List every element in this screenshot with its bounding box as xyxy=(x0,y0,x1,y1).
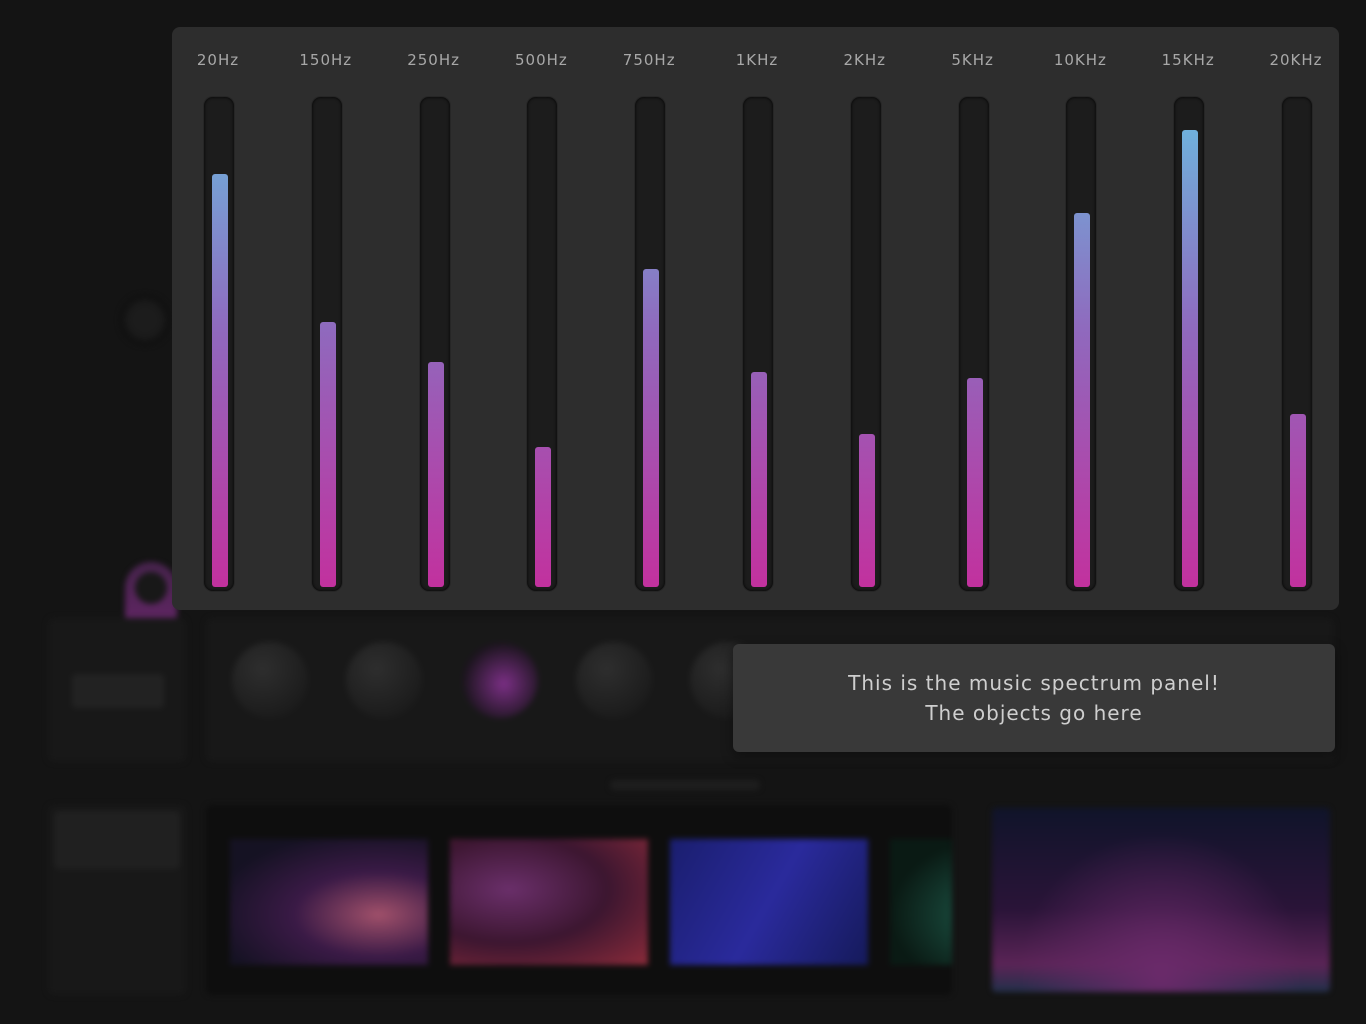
band-track xyxy=(958,97,989,591)
preset-display xyxy=(72,674,164,708)
band-label: 10KHz xyxy=(1053,51,1107,69)
band-label: 750Hz xyxy=(622,51,676,69)
band-level-bar xyxy=(1290,414,1306,587)
gallery-tab-active[interactable] xyxy=(54,811,180,869)
effect-knob[interactable] xyxy=(232,642,308,718)
band-750hz: 750Hz xyxy=(609,27,689,610)
band-level-bar xyxy=(212,174,228,587)
band-track xyxy=(204,97,234,591)
band-20hz: 20Hz xyxy=(178,27,258,610)
scroll-hint xyxy=(610,780,760,790)
band-15khz: 15KHz xyxy=(1148,27,1228,610)
tooltip-line-2: The objects go here xyxy=(925,701,1143,725)
effect-knob[interactable] xyxy=(576,642,652,718)
band-track xyxy=(635,97,666,591)
band-label: 250Hz xyxy=(407,51,460,69)
background-preview xyxy=(992,808,1330,992)
band-5khz: 5KHz xyxy=(933,27,1013,610)
tutorial-tooltip: This is the music spectrum panel! The ob… xyxy=(733,644,1335,752)
band-track xyxy=(850,97,881,591)
band-level-bar xyxy=(751,372,767,587)
band-label: 2KHz xyxy=(843,51,887,69)
band-track xyxy=(1174,97,1205,591)
gallery-tabs xyxy=(48,805,186,995)
band-label: 15KHz xyxy=(1161,51,1215,69)
band-track xyxy=(1066,97,1097,591)
band-level-bar xyxy=(643,269,660,587)
tooltip-line-1: This is the music spectrum panel! xyxy=(848,671,1220,695)
effect-knob[interactable] xyxy=(462,642,538,718)
band-label: 500Hz xyxy=(514,51,568,69)
band-level-bar xyxy=(1074,213,1091,587)
band-250hz: 250Hz xyxy=(394,27,474,610)
band-label: 1KHz xyxy=(735,51,779,69)
band-label: 150Hz xyxy=(299,51,353,69)
band-2khz: 2KHz xyxy=(825,27,905,610)
band-label: 20KHz xyxy=(1269,51,1323,69)
gallery-thumbnail[interactable] xyxy=(670,839,868,965)
effect-knob[interactable] xyxy=(346,642,422,718)
band-level-bar xyxy=(319,322,336,587)
band-150hz: 150Hz xyxy=(286,27,366,610)
band-level-bar xyxy=(858,434,875,587)
band-track xyxy=(743,97,773,591)
band-1khz: 1KHz xyxy=(717,27,797,610)
band-label: 5KHz xyxy=(951,51,994,69)
band-level-bar xyxy=(427,362,444,587)
band-500hz: 500Hz xyxy=(501,27,581,610)
music-spectrum-panel: 20Hz 150Hz 250Hz 500Hz 750Hz 1KHz 2KHz 5KHz 10KH… xyxy=(172,27,1339,610)
speed-knob[interactable] xyxy=(120,295,170,345)
band-level-bar xyxy=(1182,130,1199,587)
band-track xyxy=(1282,97,1312,591)
band-track xyxy=(527,97,558,591)
band-track xyxy=(311,97,342,591)
band-level-bar xyxy=(535,447,552,587)
background-gallery xyxy=(206,805,952,995)
gallery-thumbnail[interactable] xyxy=(890,839,952,965)
band-10khz: 10KHz xyxy=(1040,27,1120,610)
gallery-thumbnail[interactable] xyxy=(230,839,428,965)
gallery-thumbnail[interactable] xyxy=(450,839,648,965)
band-level-bar xyxy=(966,378,983,587)
band-label: 20Hz xyxy=(196,51,240,69)
band-20khz: 20KHz xyxy=(1256,27,1336,610)
preset-panel xyxy=(48,618,186,762)
band-track xyxy=(419,97,450,591)
left-controls xyxy=(40,120,180,640)
